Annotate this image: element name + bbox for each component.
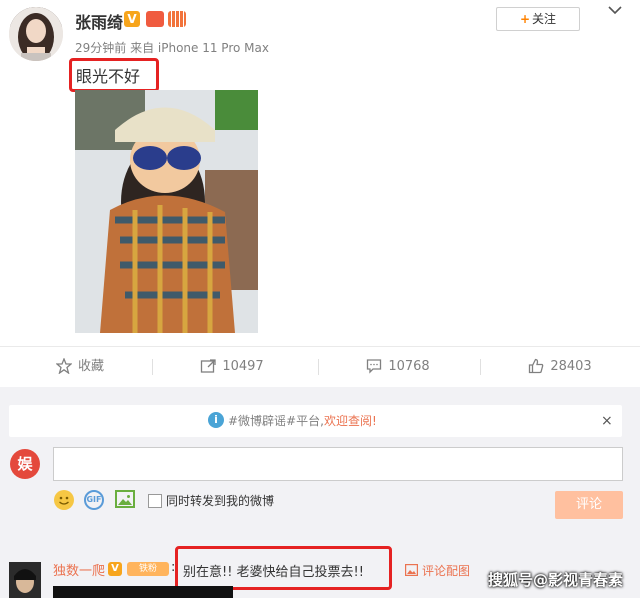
emoji-icon[interactable] bbox=[54, 490, 74, 510]
picture-icon bbox=[405, 564, 419, 577]
verified-icon: V bbox=[124, 11, 140, 27]
author-avatar[interactable] bbox=[9, 7, 63, 61]
comment-input[interactable] bbox=[53, 447, 623, 481]
comment-action-label: 评论配图 bbox=[422, 564, 471, 578]
repost-checkbox[interactable] bbox=[148, 494, 162, 508]
commenter-avatar[interactable] bbox=[9, 562, 41, 598]
highlight-box bbox=[175, 546, 392, 590]
post-photo[interactable] bbox=[75, 90, 258, 333]
notice-message: #微博辟谣#平台, bbox=[228, 414, 324, 428]
watermark: 搜狐号@影视青春素 bbox=[488, 571, 624, 589]
close-icon[interactable]: × bbox=[601, 405, 613, 437]
comment-count: 10768 bbox=[388, 359, 430, 374]
info-icon: i bbox=[208, 412, 224, 428]
fan-badge-icon bbox=[146, 11, 164, 27]
star-icon bbox=[55, 357, 73, 375]
repost-checkbox-label: 同时转发到我的微博 bbox=[166, 494, 275, 508]
like-count: 28403 bbox=[550, 359, 592, 374]
like-button[interactable]: 28403 bbox=[480, 347, 640, 387]
submit-comment-button[interactable]: 评论 bbox=[555, 491, 623, 519]
author-name[interactable]: 张雨绮 bbox=[75, 9, 123, 33]
chevron-down-icon[interactable] bbox=[607, 2, 623, 22]
highlight-box bbox=[69, 58, 159, 92]
comment-icon bbox=[367, 359, 382, 374]
comment-button[interactable]: 10768 bbox=[318, 347, 478, 387]
post-action-bar: 收藏 10497 10768 28403 bbox=[0, 346, 640, 388]
repost-icon bbox=[201, 359, 216, 373]
my-avatar[interactable]: 娱 bbox=[10, 449, 40, 479]
repost-button[interactable]: 10497 bbox=[152, 347, 312, 387]
verified-icon: V bbox=[108, 562, 122, 576]
vip-badge-icon bbox=[168, 11, 186, 27]
post-meta: 29分钟前 来自 iPhone 11 Pro Max bbox=[75, 41, 269, 55]
like-icon bbox=[529, 358, 544, 374]
plus-icon: + bbox=[519, 12, 531, 26]
notice-link[interactable]: 欢迎查阅! bbox=[324, 414, 377, 428]
redacted-bar bbox=[53, 586, 233, 598]
fan-level-badge: 铁粉 bbox=[127, 562, 169, 576]
rumor-notice: #微博辟谣#平台,欢迎查阅! × bbox=[9, 405, 622, 437]
follow-button[interactable]: + 关注 bbox=[496, 7, 580, 31]
notice-text: #微博辟谣#平台,欢迎查阅! bbox=[228, 405, 377, 437]
follow-label: 关注 bbox=[532, 12, 557, 26]
repost-count: 10497 bbox=[222, 359, 264, 374]
favorite-button[interactable]: 收藏 bbox=[0, 347, 160, 387]
favorite-label: 收藏 bbox=[77, 359, 104, 374]
commenter-name[interactable]: 独数一爬 bbox=[53, 560, 105, 579]
image-icon[interactable] bbox=[115, 490, 135, 508]
gif-icon[interactable]: GIF bbox=[84, 490, 104, 510]
comment-with-image-button[interactable]: 评论配图 bbox=[405, 562, 470, 579]
